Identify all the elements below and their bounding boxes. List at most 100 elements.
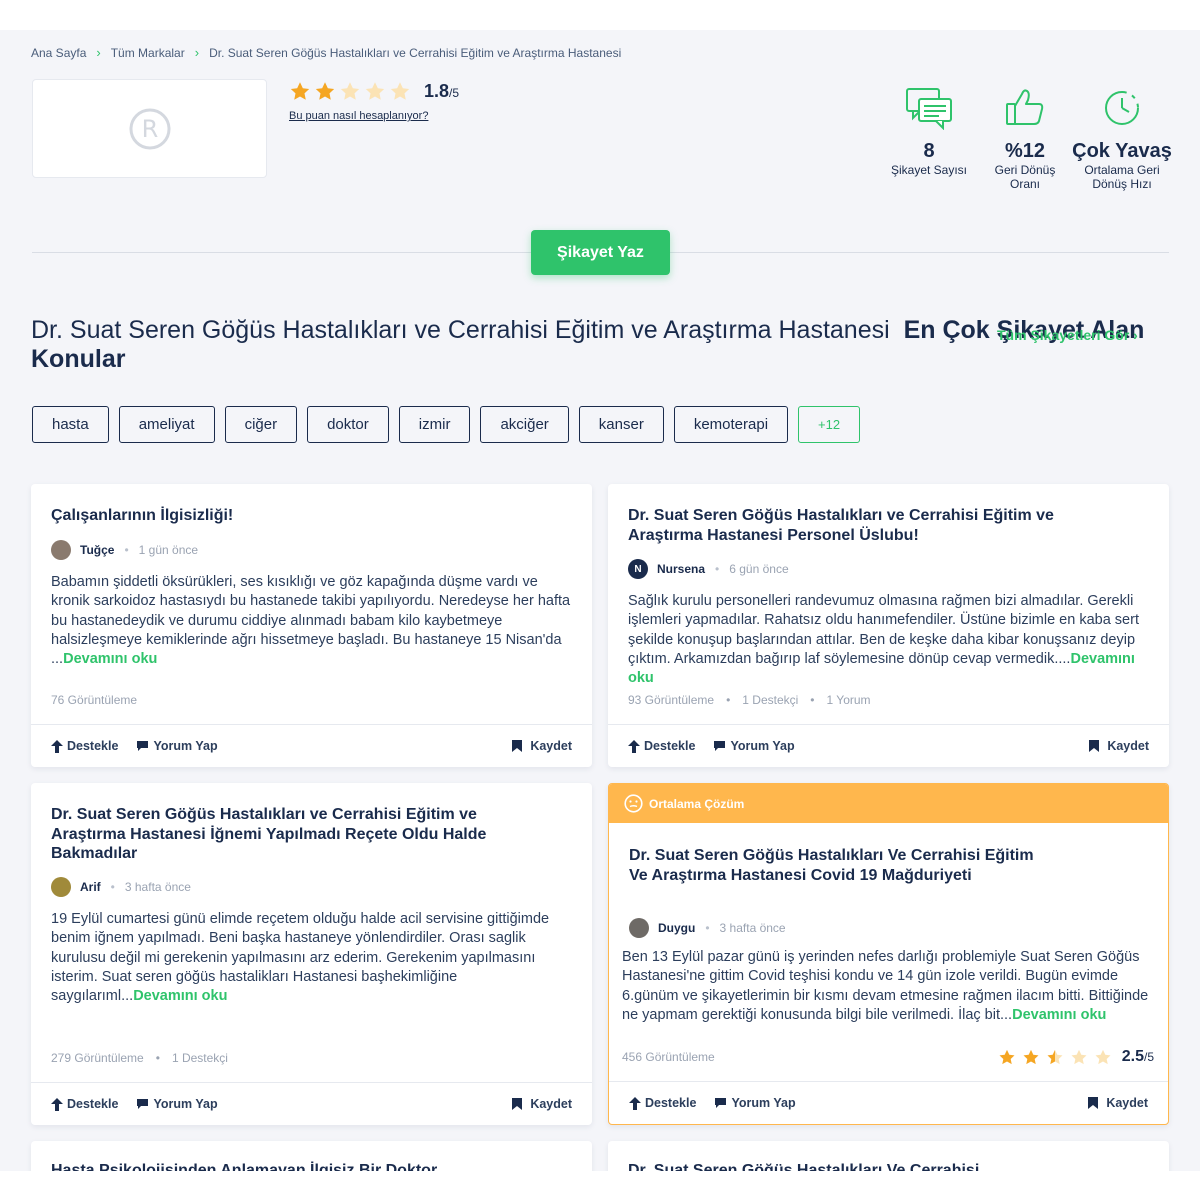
breadcrumb-brands[interactable]: Tüm Markalar [111,46,185,60]
bookmark-icon [512,1098,523,1110]
complaints-icon [906,88,952,130]
complaint-meta: 76 Görüntüleme [51,693,137,707]
tag-hasta[interactable]: hasta [32,406,109,443]
complaint-title[interactable]: Dr. Suat Seren Göğüs Hastalıkları Ve Cer… [629,846,1049,885]
bookmark-icon [1088,1097,1099,1109]
save-button[interactable]: Kaydet [1089,739,1149,753]
comment-button[interactable]: Yorum Yap [136,739,218,753]
tag-doktor[interactable]: doktor [307,406,389,443]
complaint-meta: 456 Görüntüleme [622,1050,715,1064]
timestamp: 1 gün önce [138,543,199,557]
username[interactable]: Nursena [657,562,705,576]
chevron-right-icon: › [194,45,200,60]
stat-label: Geri Dönüş [994,163,1056,177]
tag-akciger[interactable]: akciğer [480,406,569,443]
star-icon [1023,1049,1039,1065]
complaint-body: Ben 13 Eylül pazar günü iş yerinden nefe… [622,949,1149,1023]
tag-ciger[interactable]: ciğer [224,406,298,443]
star-icon [1071,1049,1087,1065]
avatar [629,918,649,938]
stat-label: Dönüş Hızı [1092,177,1152,191]
username[interactable]: Arif [80,880,101,894]
stat-value: %12 [1004,140,1046,162]
complaint-body: Sağlık kurulu personelleri randevumuz ol… [628,593,1139,687]
breadcrumb: Ana Sayfa › Tüm Markalar › Dr. Suat Sere… [31,45,621,60]
support-button[interactable]: Destekle [629,1096,696,1110]
average-solution-badge: Ortalama Çözüm [609,784,1168,823]
save-button[interactable]: Kaydet [1088,1096,1148,1110]
support-button[interactable]: Destekle [51,739,118,753]
read-more-link[interactable]: Devamını oku [1012,1007,1106,1023]
chevron-right-icon: › [96,45,101,60]
read-more-link[interactable]: Devamını oku [63,651,157,667]
brand-rating: 1.8/5 [289,80,459,102]
rating-stars [289,80,414,102]
complaint-meta: 279 Görüntüleme • 1 Destekçi [51,1051,228,1065]
tag-ameliyat[interactable]: ameliyat [118,406,215,443]
timestamp: 3 hafta önce [124,880,191,894]
section-title: Dr. Suat Seren Göğüs Hastalıkları ve Cer… [31,316,1171,374]
breadcrumb-home[interactable]: Ana Sayfa [31,46,86,60]
complaint-author: Duygu • 3 hafta önce [629,918,786,938]
comment-count: 1 Yorum [826,693,871,707]
star-icon [1095,1049,1111,1065]
stopwatch-icon [1105,91,1139,125]
read-more-link[interactable]: Devamını oku [133,988,227,1004]
complaint-author: Arif • 3 hafta önce [51,877,191,897]
avatar [51,540,71,560]
tag-kanser[interactable]: kanser [578,406,664,443]
complaint-card[interactable]: Dr. Suat Seren Göğüs Hastalıkları ve Cer… [31,783,592,1125]
save-button[interactable]: Kaydet [512,1097,572,1111]
complaint-body: 19 Eylül cumartesi günü elimde reçetem o… [51,911,550,1005]
write-complaint-button[interactable]: Şikayet Yaz [531,230,670,275]
svg-text:R: R [141,115,158,143]
tag-izmir[interactable]: izmir [398,406,471,443]
rating-value: 1.8/5 [424,80,460,101]
timestamp: 6 gün önce [729,562,789,576]
arrow-up-icon [628,739,640,753]
solution-rating: 2.5/5 [998,1048,1154,1066]
avatar: N [628,559,648,579]
registered-trademark-icon: R [129,108,170,149]
bookmark-icon [1089,740,1100,752]
complaint-title[interactable]: Çalışanlarının İlgisizliği! [51,506,551,526]
complaint-card-resolved[interactable]: Ortalama Çözüm Dr. Suat Seren Göğüs Hast… [608,783,1169,1125]
avatar [51,877,71,897]
username[interactable]: Tuğçe [80,543,114,557]
topic-tags: hasta ameliyat ciğer doktor izmir akciğe… [32,406,870,443]
complaint-title[interactable]: Dr. Suat Seren Göğüs Hastalıkları ve Cer… [51,805,491,864]
stat-response-rate: %12 Geri Dönüş Oranı [984,86,1066,191]
username[interactable]: Duygu [658,921,695,935]
top-navbar [0,0,1200,30]
comment-button[interactable]: Yorum Yap [136,1097,218,1111]
star-icon [290,82,310,100]
comment-button[interactable]: Yorum Yap [714,1096,796,1110]
complaint-author: N Nursena • 6 gün önce [628,559,789,579]
all-complaints-link[interactable]: Tüm Şikayetleri Gör › [997,327,1138,343]
save-button[interactable]: Kaydet [512,739,572,753]
section-brand-name: Dr. Suat Seren Göğüs Hastalıkları ve Cer… [31,316,890,344]
star-icon [1047,1049,1063,1065]
brand-logo: R [32,79,267,178]
how-rating-calculated-link[interactable]: Bu puan nasıl hesaplanıyor? [289,110,428,122]
comment-button[interactable]: Yorum Yap [713,739,795,753]
complaint-card[interactable]: Çalışanlarının İlgisizliği! Tuğçe • 1 gü… [31,484,592,767]
card-actions: Destekle Yorum Yap Kaydet [31,724,592,767]
timestamp: 3 hafta önce [719,921,786,935]
view-count: 93 Görüntüleme [628,693,715,707]
tag-kemoterapi[interactable]: kemoterapi [673,406,789,443]
bookmark-icon [512,740,523,752]
stat-value: Çok Yavaş [1072,140,1172,162]
complaint-body: Babamın şiddetli öksürükleri, ses kısıkl… [51,574,571,668]
card-actions: Destekle Yorum Yap Kaydet [608,724,1169,767]
complaint-card[interactable]: Dr. Suat Seren Göğüs Hastalıkları ve Cer… [608,484,1169,767]
comment-icon [715,1098,727,1108]
comment-icon [137,1099,149,1109]
arrow-up-icon [51,1097,63,1111]
star-icon [340,82,360,100]
tags-more-button[interactable]: +12 [798,406,861,443]
complaint-title[interactable]: Dr. Suat Seren Göğüs Hastalıkları ve Cer… [628,506,1058,545]
support-button[interactable]: Destekle [628,739,695,753]
support-button[interactable]: Destekle [51,1097,118,1111]
view-count: 279 Görüntüleme [51,1051,144,1065]
